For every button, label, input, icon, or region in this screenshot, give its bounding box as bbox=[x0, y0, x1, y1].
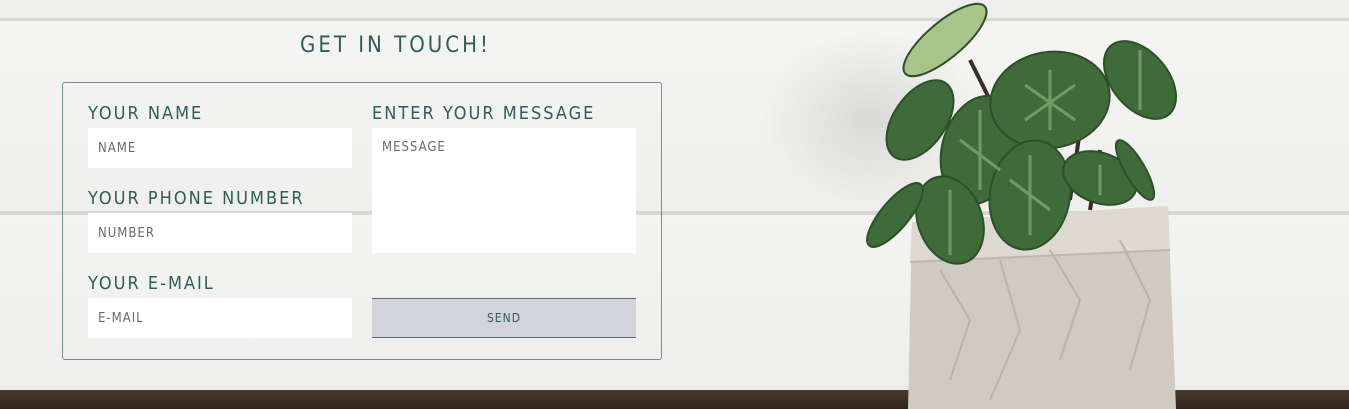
email-input[interactable] bbox=[88, 298, 352, 338]
name-input[interactable] bbox=[88, 128, 352, 168]
send-button[interactable]: SEND bbox=[372, 298, 636, 338]
phone-label: YOUR PHONE NUMBER bbox=[88, 188, 305, 209]
message-label: ENTER YOUR MESSAGE bbox=[372, 103, 596, 124]
page-title: GET IN TOUCH! bbox=[300, 33, 491, 58]
name-label: YOUR NAME bbox=[88, 103, 204, 124]
email-label: YOUR E-MAIL bbox=[88, 273, 215, 294]
phone-input[interactable] bbox=[88, 213, 352, 253]
potted-plant-image bbox=[866, 2, 1178, 409]
message-textarea[interactable] bbox=[372, 128, 636, 253]
